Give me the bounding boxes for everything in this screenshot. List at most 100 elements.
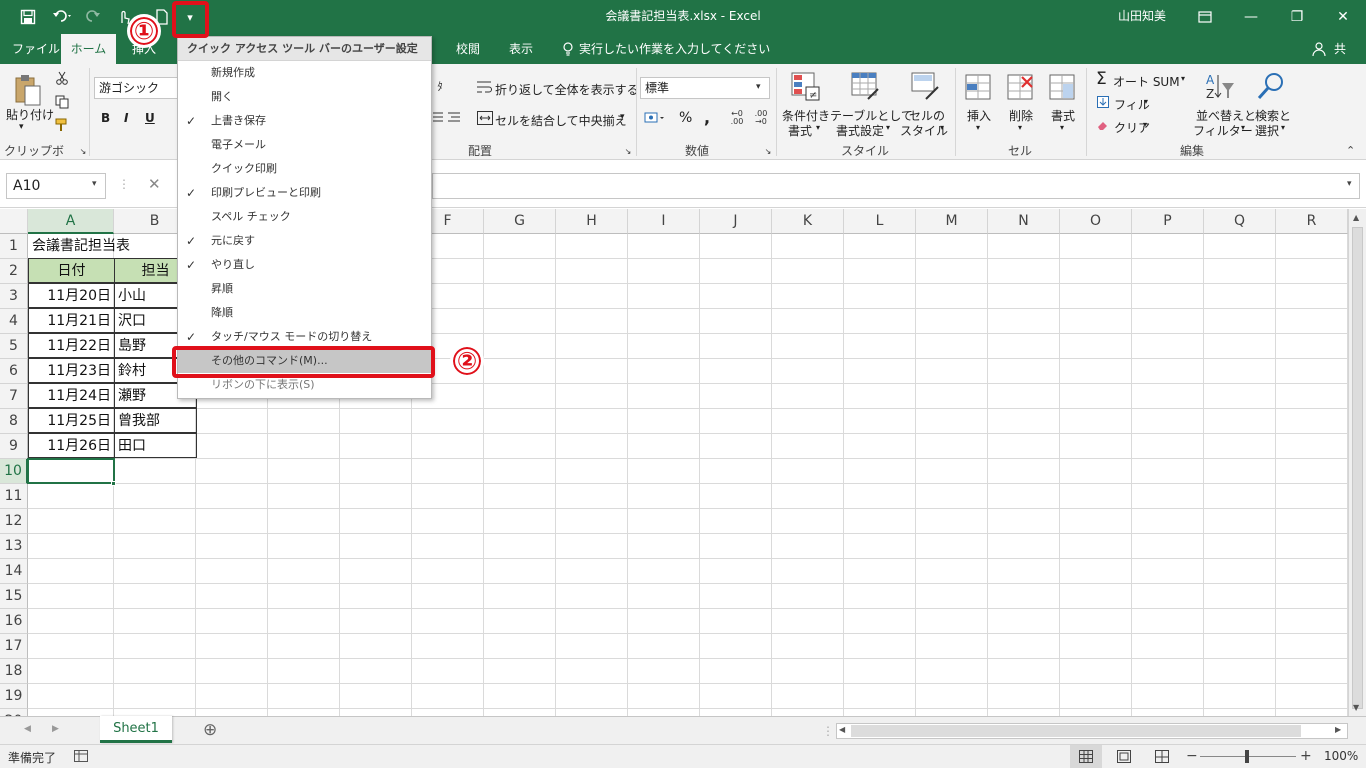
merge-center-icon[interactable] [476, 109, 494, 127]
date-cell[interactable]: 11月23日 [28, 358, 115, 383]
expand-formula-icon[interactable]: ▾ [1347, 179, 1352, 189]
row-header-9[interactable]: 9 [0, 434, 28, 459]
find-select-dropdown-icon[interactable]: ▾ [1281, 123, 1285, 132]
wrap-text-button[interactable]: 折り返して全体を表示する [495, 81, 639, 98]
conditional-formatting-icon[interactable]: ≠ [789, 70, 821, 102]
column-header-L[interactable]: L [844, 209, 916, 234]
sheet-tab-sheet1[interactable]: Sheet1 [100, 716, 172, 743]
date-cell[interactable]: 11月22日 [28, 333, 115, 358]
delete-cells-button[interactable]: 削除 [1009, 107, 1033, 124]
merge-dropdown-icon[interactable]: ▾ [620, 112, 625, 122]
column-header-O[interactable]: O [1060, 209, 1132, 234]
column-header-K[interactable]: K [772, 209, 844, 234]
cell-styles-dropdown-icon[interactable]: ▾ [940, 123, 944, 132]
column-header-R[interactable]: R [1276, 209, 1348, 234]
row-header-3[interactable]: 3 [0, 284, 28, 309]
column-header-H[interactable]: H [556, 209, 628, 234]
menu-item-sort-asc[interactable]: 昇順 [178, 277, 431, 301]
macro-record-icon[interactable] [74, 750, 88, 765]
collapse-ribbon-icon[interactable]: ⌃ [1346, 144, 1355, 157]
scroll-thumb[interactable] [1352, 227, 1363, 709]
hscroll-thumb[interactable] [851, 725, 1301, 737]
menu-item-quick-print[interactable]: クイック印刷 [178, 157, 431, 181]
conditional-formatting-line2[interactable]: 書式 [788, 122, 812, 139]
delete-cells-icon[interactable] [1005, 72, 1035, 102]
normal-view-button[interactable] [1070, 745, 1102, 768]
number-format-box[interactable]: 標準 [640, 77, 770, 99]
zoom-slider-thumb[interactable] [1245, 750, 1249, 763]
column-header-Q[interactable]: Q [1204, 209, 1276, 234]
autosum-dropdown-icon[interactable]: ▾ [1181, 74, 1185, 83]
format-dropdown-icon[interactable]: ▾ [1060, 123, 1064, 132]
column-header-G[interactable]: G [484, 209, 556, 234]
cancel-entry-icon[interactable]: ✕ [148, 175, 161, 193]
copy-icon[interactable] [54, 94, 70, 110]
maximize-button[interactable]: ❐ [1274, 0, 1320, 34]
ribbon-display-icon[interactable] [1182, 0, 1228, 34]
format-cells-button[interactable]: 書式 [1051, 107, 1075, 124]
date-cell[interactable]: 11月26日 [28, 433, 115, 458]
fill-icon[interactable] [1096, 95, 1110, 109]
tab-view[interactable]: 表示 [497, 34, 545, 64]
format-as-table-icon[interactable] [849, 70, 881, 102]
date-cell[interactable]: 11月24日 [28, 383, 115, 408]
sort-filter-icon[interactable]: AZ [1203, 70, 1237, 104]
column-header-P[interactable]: P [1132, 209, 1204, 234]
zoom-level[interactable]: 100% [1324, 749, 1358, 763]
indent-icon[interactable] [432, 109, 462, 125]
row-header-15[interactable]: 15 [0, 584, 28, 609]
row-header-13[interactable]: 13 [0, 534, 28, 559]
row-header-1[interactable]: 1 [0, 234, 28, 259]
paste-dropdown-icon[interactable]: ▾ [19, 122, 24, 132]
next-sheet-icon[interactable]: ▶ [52, 724, 59, 734]
date-cell[interactable]: 11月25日 [28, 408, 115, 433]
fill-handle[interactable] [111, 481, 116, 486]
menu-item-sort-desc[interactable]: 降順 [178, 301, 431, 325]
format-as-table-line2[interactable]: 書式設定 [836, 122, 884, 139]
format-as-table-dropdown-icon[interactable]: ▾ [886, 123, 890, 132]
date-cell[interactable]: 11月20日 [28, 283, 115, 308]
zoom-out-button[interactable]: − [1186, 748, 1198, 764]
formula-input[interactable] [432, 173, 1360, 199]
select-all-corner[interactable] [0, 209, 28, 234]
column-header-M[interactable]: M [916, 209, 988, 234]
number-format-dropdown-icon[interactable]: ▾ [756, 82, 761, 92]
tell-me-box[interactable]: 実行したい作業を入力してください [567, 34, 782, 64]
fill-dropdown-icon[interactable]: ▾ [1144, 97, 1148, 106]
row-header-2[interactable]: 2 [0, 259, 28, 284]
clear-dropdown-icon[interactable]: ▾ [1143, 120, 1147, 129]
menu-item-save[interactable]: ✓ 上書き保存 [178, 109, 431, 133]
column-header-I[interactable]: I [628, 209, 700, 234]
menu-item-new[interactable]: 新規作成 [178, 61, 431, 85]
scroll-right-icon[interactable]: ▶ [1335, 725, 1341, 734]
find-select-line2[interactable]: 選択 [1255, 122, 1279, 139]
insert-cells-button[interactable]: 挿入 [967, 107, 991, 124]
cut-icon[interactable] [54, 70, 70, 86]
prev-sheet-icon[interactable]: ◀ [24, 724, 31, 734]
row-header-6[interactable]: 6 [0, 359, 28, 384]
column-header-A[interactable]: A [28, 209, 114, 234]
delete-dropdown-icon[interactable]: ▾ [1018, 123, 1022, 132]
row-header-16[interactable]: 16 [0, 609, 28, 634]
column-header-N[interactable]: N [988, 209, 1060, 234]
vertical-scrollbar[interactable]: ▲ ▼ [1348, 209, 1366, 716]
accounting-format-icon[interactable] [643, 110, 669, 126]
number-launcher-icon[interactable]: ↘ [763, 146, 773, 156]
add-sheet-button[interactable]: ⊕ [203, 720, 217, 740]
sort-filter-dropdown-icon[interactable]: ▾ [1241, 123, 1245, 132]
font-name-box[interactable]: 游ゴシック [94, 77, 178, 99]
scroll-up-icon[interactable]: ▲ [1353, 213, 1359, 222]
insert-cells-icon[interactable] [963, 72, 993, 102]
tab-review[interactable]: 校閲 [444, 34, 492, 64]
horizontal-scrollbar[interactable]: ◀ ▶ [836, 723, 1348, 739]
comma-style-button[interactable]: , [704, 108, 710, 127]
menu-item-print-preview[interactable]: ✓ 印刷プレビューと印刷 [178, 181, 431, 205]
row-header-4[interactable]: 4 [0, 309, 28, 334]
user-name[interactable]: 山田知美 [1118, 0, 1166, 34]
merge-center-button[interactable]: セルを結合して中央揃え [495, 112, 627, 129]
row-header-18[interactable]: 18 [0, 659, 28, 684]
decrease-decimal-icon[interactable]: .00 →0 [752, 110, 770, 126]
clear-icon[interactable] [1096, 118, 1110, 132]
row-header-11[interactable]: 11 [0, 484, 28, 509]
redo-icon[interactable] [82, 5, 110, 29]
